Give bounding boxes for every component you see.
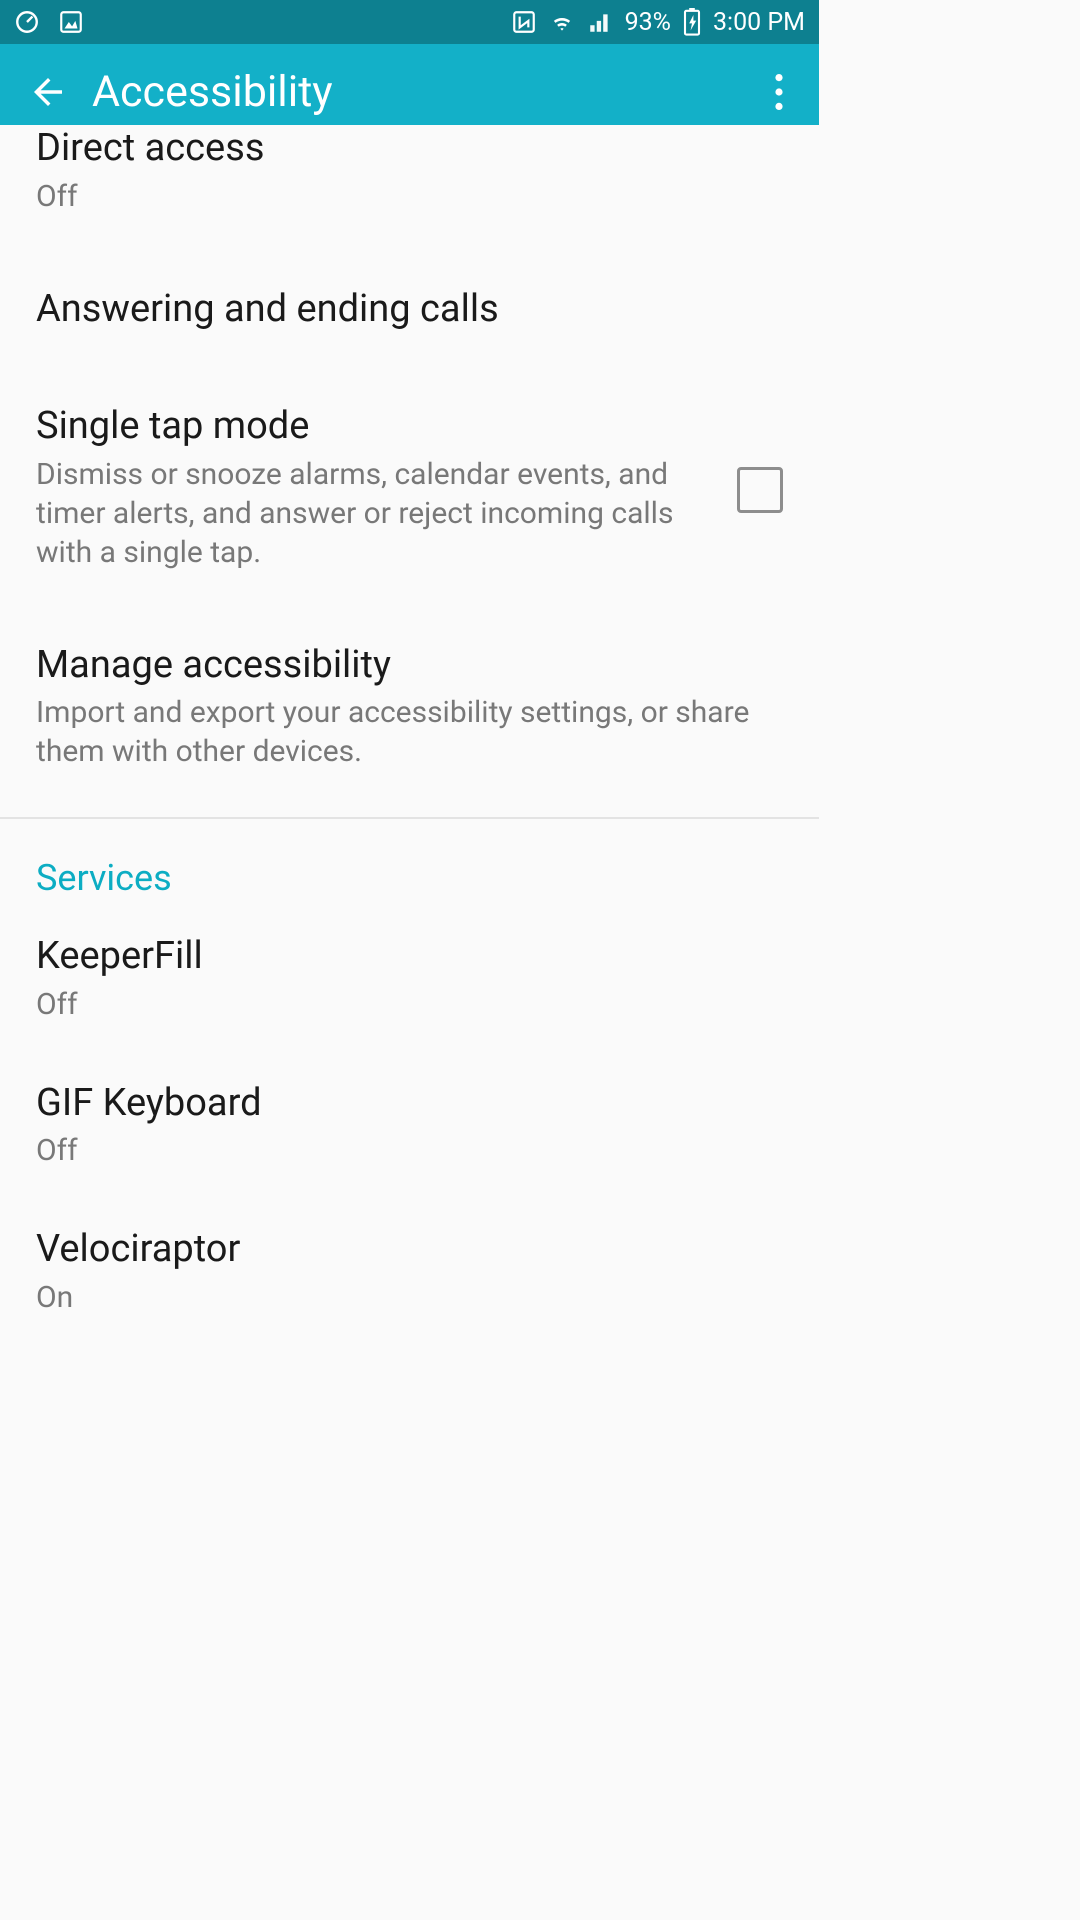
- arrow-back-icon: [27, 71, 69, 113]
- setting-title: GIF Keyboard: [36, 1080, 783, 1128]
- wifi-icon: [549, 9, 575, 35]
- more-vert-icon: [775, 74, 783, 110]
- manage-accessibility-item[interactable]: Manage accessibility Import and export y…: [0, 600, 819, 800]
- overflow-menu-button[interactable]: [751, 64, 807, 120]
- setting-status: Off: [36, 985, 783, 1024]
- setting-status: Off: [36, 177, 783, 216]
- single-tap-mode-item[interactable]: Single tap mode Dismiss or snooze alarms…: [0, 361, 819, 600]
- service-velociraptor-item[interactable]: Velociraptor On: [0, 1198, 819, 1345]
- single-tap-checkbox[interactable]: [737, 467, 783, 513]
- settings-list[interactable]: Direct access Off Answering and ending c…: [0, 125, 819, 1345]
- setting-status: Off: [36, 1131, 783, 1170]
- setting-description: Dismiss or snooze alarms, calendar event…: [36, 455, 713, 572]
- setting-title: Direct access: [36, 125, 783, 173]
- signal-icon: [587, 9, 613, 35]
- setting-title: Manage accessibility: [36, 642, 783, 690]
- setting-title: Velociraptor: [36, 1226, 783, 1274]
- setting-title: Single tap mode: [36, 403, 713, 451]
- speedometer-icon: [14, 9, 40, 35]
- nfc-icon: [511, 9, 537, 35]
- setting-title: Answering and ending calls: [36, 286, 783, 334]
- service-gif-keyboard-item[interactable]: GIF Keyboard Off: [0, 1052, 819, 1199]
- services-header: Services: [0, 819, 819, 905]
- battery-charging-icon: [683, 8, 701, 36]
- page-title: Accessibility: [92, 67, 751, 117]
- answering-calls-item[interactable]: Answering and ending calls: [0, 244, 819, 362]
- direct-access-item[interactable]: Direct access Off: [0, 125, 819, 244]
- clock-time: 3:00 PM: [713, 8, 805, 37]
- service-keeperfill-item[interactable]: KeeperFill Off: [0, 905, 819, 1052]
- status-bar: 93% 3:00 PM: [0, 0, 819, 44]
- back-button[interactable]: [12, 56, 84, 128]
- setting-description: Import and export your accessibility set…: [36, 693, 783, 771]
- setting-title: KeeperFill: [36, 933, 783, 981]
- setting-status: On: [36, 1278, 783, 1317]
- battery-percent: 93%: [625, 8, 671, 37]
- image-icon: [58, 9, 84, 35]
